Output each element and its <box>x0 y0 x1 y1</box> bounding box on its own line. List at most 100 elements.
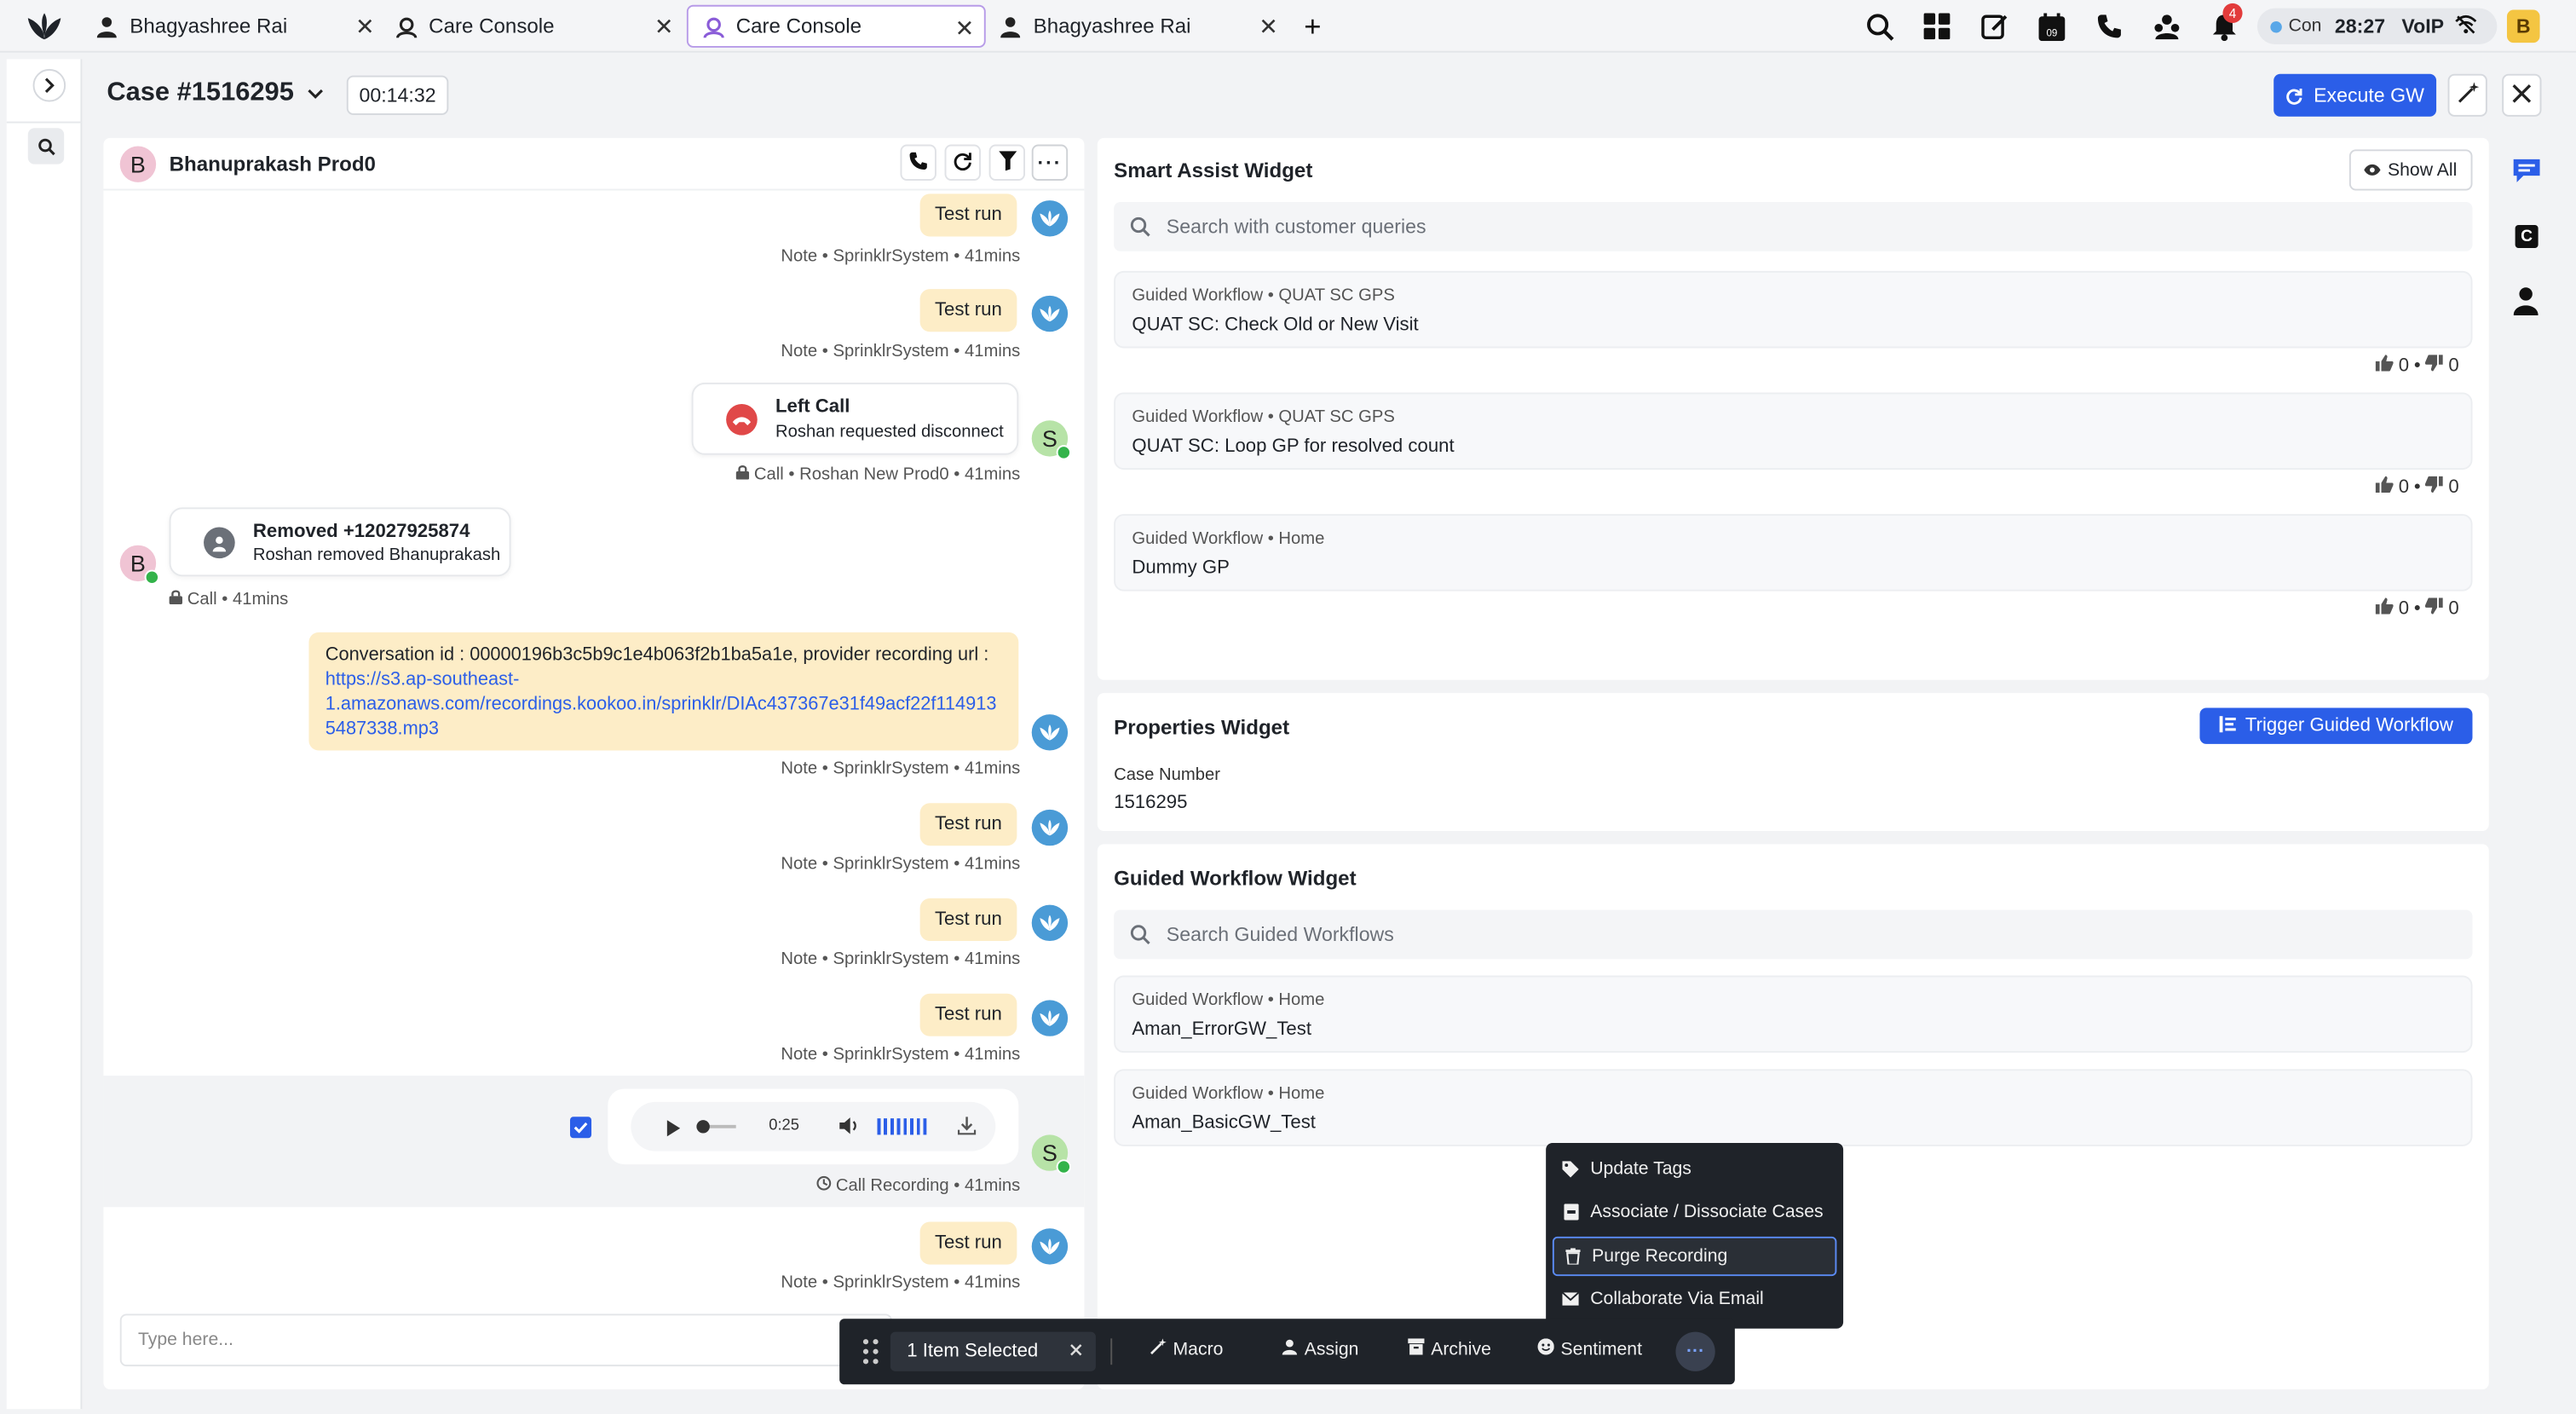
close-icon[interactable]: ✕ <box>1259 13 1278 41</box>
user-avatar[interactable]: B <box>2506 9 2540 43</box>
sprinklr-avatar-icon <box>1031 295 1069 332</box>
item-subtitle: Guided Workflow • Home <box>1132 1083 1325 1104</box>
close-case-button[interactable] <box>2502 73 2542 117</box>
note-bubble[interactable]: Test run <box>919 289 1017 332</box>
smart-assist-item[interactable]: Guided Workflow • QUAT SC GPS QUAT SC: L… <box>1114 392 2473 470</box>
thumbs-down-icon[interactable] <box>2425 355 2444 376</box>
reply-input[interactable]: Type here... <box>119 1313 892 1367</box>
apps-grid-icon[interactable] <box>1922 11 1952 41</box>
thumbs-up-icon[interactable] <box>2375 476 2394 498</box>
smart-assist-search[interactable]: Search with customer queries <box>1114 201 2473 251</box>
close-icon[interactable]: ✕ <box>355 13 375 41</box>
assign-button[interactable]: Assign <box>1282 1338 1359 1359</box>
volume-icon[interactable] <box>839 1117 859 1140</box>
thumbs-down-icon[interactable] <box>2425 597 2444 619</box>
filter-button[interactable] <box>988 144 1026 181</box>
guided-workflow-search[interactable]: Search Guided Workflows <box>1114 909 2473 960</box>
search-icon <box>1130 925 1150 944</box>
filter-icon <box>998 150 1017 175</box>
tab-bhagyashree-2[interactable]: Bhagyashree Rai ✕ <box>986 5 1288 48</box>
thumbs-up-icon[interactable] <box>2375 597 2394 619</box>
more-actions-button[interactable]: ··· <box>1675 1331 1715 1371</box>
recording-link-2[interactable]: 1.amazonaws.com/recordings.kookoo.in/spr… <box>326 693 1002 718</box>
menu-item-associate-cases[interactable]: Associate / Dissociate Cases <box>1553 1192 1837 1232</box>
more-options-button[interactable]: ··· <box>1031 144 1069 181</box>
avatar-initial: S <box>1041 425 1057 452</box>
sentiment-button[interactable]: Sentiment <box>1537 1338 1642 1359</box>
macro-button[interactable]: Macro <box>1150 1338 1223 1359</box>
message-meta: Note • SprinklrSystem • 41mins <box>781 246 1021 267</box>
profile-icon[interactable] <box>2513 286 2539 320</box>
smart-assist-item[interactable]: Guided Workflow • Home Dummy GP <box>1114 514 2473 592</box>
more-actions-menu: Update Tags Associate / Dissociate Cases… <box>1546 1143 1844 1329</box>
recording-url-note[interactable]: Conversation id : 00000196b3c5b9c1e4b063… <box>308 632 1019 751</box>
tab-care-console-active[interactable]: Care Console ✕ <box>686 4 986 48</box>
note-bubble[interactable]: Test run <box>919 803 1017 846</box>
smart-assist-item[interactable]: Guided Workflow • QUAT SC GPS QUAT SC: C… <box>1114 270 2473 349</box>
message-select-checkbox[interactable] <box>569 1117 592 1139</box>
menu-item-purge-recording[interactable]: Purge Recording <box>1552 1236 1837 1277</box>
divider <box>1110 1338 1113 1365</box>
menu-item-collaborate-email[interactable]: Collaborate Via Email <box>1553 1279 1837 1319</box>
sprinklr-logo[interactable] <box>26 10 62 43</box>
workflow-icon <box>2219 715 2236 736</box>
magic-wand-icon <box>1150 1338 1167 1359</box>
new-tab-plus-icon[interactable]: + <box>1298 9 1328 43</box>
note-bubble[interactable]: Test run <box>919 897 1017 942</box>
sprinklr-avatar-icon <box>1031 714 1069 751</box>
guided-workflow-item[interactable]: Guided Workflow • Home Aman_ErrorGW_Test <box>1114 975 2473 1053</box>
note-bubble[interactable]: Test run <box>919 1221 1017 1265</box>
archive-button[interactable]: Archive <box>1408 1338 1491 1359</box>
compose-icon[interactable] <box>1980 11 2009 41</box>
message-meta: Note • SprinklrSystem • 41mins <box>781 759 1021 779</box>
call-event-card[interactable]: Left Call Roshan requested disconnect <box>691 382 1019 455</box>
close-icon[interactable]: ✕ <box>955 14 975 43</box>
search-icon[interactable] <box>27 128 65 164</box>
calendar-icon[interactable]: 09 <box>2037 11 2067 41</box>
drag-handle-icon[interactable] <box>862 1338 879 1370</box>
phone-icon[interactable] <box>2095 11 2124 41</box>
chat-icon[interactable] <box>2512 158 2542 189</box>
menu-item-update-tags[interactable]: Update Tags <box>1553 1150 1837 1189</box>
chevron-down-icon[interactable] <box>303 80 329 107</box>
thumbs-up-icon[interactable] <box>2375 355 2394 376</box>
tag-icon <box>1562 1161 1579 1178</box>
selection-count-chip: 1 Item Selected <box>890 1331 1096 1371</box>
play-icon[interactable] <box>666 1118 681 1141</box>
team-icon[interactable] <box>2152 11 2182 41</box>
online-status-icon <box>144 569 160 585</box>
assign-label: Assign <box>1304 1339 1359 1359</box>
note-bubble[interactable]: Test run <box>919 193 1017 237</box>
search-icon[interactable] <box>1864 11 1894 41</box>
thumbs-down-icon[interactable] <box>2425 476 2444 498</box>
recording-link-1[interactable]: https://s3.ap-southeast- <box>326 668 1002 693</box>
audio-progress-handle[interactable] <box>696 1120 710 1134</box>
refresh-icon <box>2285 86 2303 104</box>
vote-row: 0 • 0 <box>2375 355 2459 376</box>
expand-chevron-icon[interactable] <box>32 68 66 102</box>
recording-link-3[interactable]: 5487338.mp3 <box>326 718 1002 742</box>
svg-text:09: 09 <box>2047 27 2058 38</box>
tab-bhagyashree-1[interactable]: Bhagyashree Rai ✕ <box>82 5 384 48</box>
magic-wand-button[interactable] <box>2447 73 2487 117</box>
menu-item-label: Update Tags <box>1590 1159 1691 1180</box>
download-icon[interactable] <box>957 1117 977 1140</box>
conversation-panel: B Bhanuprakash Prod0 ··· Test run Note •… <box>103 137 1085 1390</box>
search-placeholder: Search Guided Workflows <box>1166 922 1394 946</box>
clear-selection-icon[interactable] <box>1069 1342 1082 1361</box>
agent-status-pill[interactable]: Con 28:27 VoIP <box>2256 8 2498 45</box>
show-all-button[interactable]: Show All <box>2348 149 2473 191</box>
refresh-button[interactable] <box>944 144 981 181</box>
item-name: QUAT SC: Check Old or New Visit <box>1132 315 1419 336</box>
close-icon[interactable]: ✕ <box>654 13 674 41</box>
contact-name[interactable]: Bhanuprakash Prod0 <box>170 153 376 176</box>
note-bubble[interactable]: Test run <box>919 993 1017 1036</box>
guided-workflow-item[interactable]: Guided Workflow • Home Aman_BasicGW_Test <box>1114 1069 2473 1146</box>
c-app-icon[interactable]: C <box>2515 224 2539 248</box>
removed-event-card[interactable]: Removed +12027925874 Roshan removed Bhan… <box>169 507 511 577</box>
call-button[interactable] <box>900 144 936 181</box>
execute-gw-button[interactable]: Execute GW <box>2273 73 2437 117</box>
execute-gw-label: Execute GW <box>2314 84 2424 107</box>
tab-care-console-1[interactable]: Care Console ✕ <box>381 5 683 48</box>
trigger-guided-workflow-button[interactable]: Trigger Guided Workflow <box>2199 707 2473 744</box>
